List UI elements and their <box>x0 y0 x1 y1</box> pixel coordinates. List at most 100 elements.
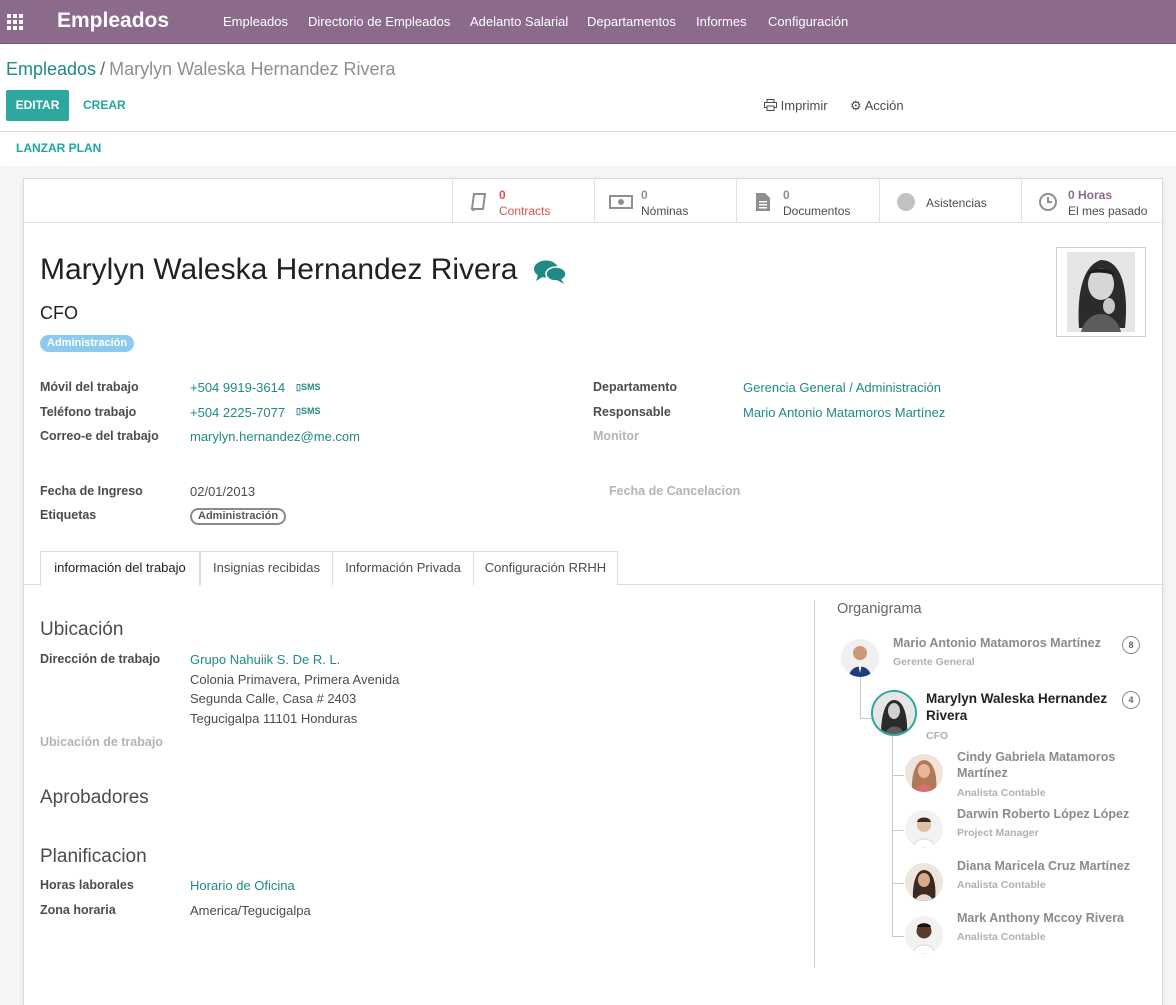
org-connector <box>860 718 872 719</box>
presence-dot-icon <box>897 193 915 211</box>
cancel-date-label: Fecha de Cancelacion <box>609 484 741 498</box>
form-sheet: 0 Contracts 0 Nóminas 0 Documentos Asist… <box>23 178 1164 1005</box>
book-icon <box>470 193 487 212</box>
tab-private-information[interactable]: Información Privada <box>332 551 474 585</box>
print-button[interactable]: Imprimir <box>764 98 828 113</box>
timezone-value[interactable]: America/Tegucigalpa <box>190 903 311 918</box>
timezone-label: Zona horaria <box>40 903 116 917</box>
apps-grid-icon[interactable] <box>7 14 23 30</box>
org-connector <box>892 830 904 831</box>
tab-hr-settings[interactable]: Configuración RRHH <box>473 551 618 585</box>
clock-icon <box>1039 193 1057 211</box>
smart-label: El mes pasado <box>1068 204 1148 218</box>
avatar-subordinate[interactable] <box>905 916 943 954</box>
hire-date-value: 02/01/2013 <box>190 484 256 499</box>
breadcrumb-parent[interactable]: Empleados <box>6 59 96 79</box>
avatar-manager[interactable] <box>841 639 879 677</box>
smart-button-payslips[interactable]: 0 Nóminas <box>594 179 736 223</box>
org-subordinate-job: Analista Contable <box>957 879 1046 891</box>
smart-button-contracts[interactable]: 0 Contracts <box>452 179 594 223</box>
org-chart-title: Organigrama <box>837 601 922 617</box>
menu-directorio[interactable]: Directorio de Empleados <box>308 14 450 29</box>
org-subordinate-job: Analista Contable <box>957 931 1046 943</box>
smart-button-attendance[interactable]: Asistencias <box>879 179 1021 223</box>
department-value[interactable]: Gerencia General / Administración <box>743 380 941 395</box>
org-connector <box>892 775 904 776</box>
sms-mobile-button[interactable]: ▯SMS <box>296 382 320 393</box>
avatar-subordinate[interactable] <box>905 863 943 901</box>
smart-label: Contracts <box>499 204 551 218</box>
money-icon <box>609 195 633 209</box>
breadcrumb-current: Marylyn Waleska Hernandez Rivera <box>109 59 396 79</box>
manager-value[interactable]: Mario Antonio Matamoros Martínez <box>743 405 945 420</box>
org-chart-divider <box>814 600 815 968</box>
smart-button-hours[interactable]: 0 Horas El mes pasado <box>1021 179 1164 223</box>
mobile-label: Móvil del trabajo <box>40 380 139 394</box>
mobile-value[interactable]: +504 9919-3614 <box>190 380 285 395</box>
gear-icon: ⚙ <box>850 98 862 113</box>
org-self-count[interactable]: 4 <box>1122 691 1140 709</box>
working-hours-value[interactable]: Horario de Oficina <box>190 878 295 893</box>
smart-number: 0 <box>783 188 790 202</box>
org-subordinate-name[interactable]: Diana Maricela Cruz Martínez <box>957 858 1147 874</box>
manager-label: Responsable <box>593 405 671 419</box>
smart-label: Nóminas <box>641 204 689 218</box>
tags-label: Etiquetas <box>40 508 97 522</box>
org-connector <box>892 936 904 937</box>
location-section-title: Ubicación <box>40 619 124 640</box>
edit-button[interactable]: EDITAR <box>6 90 69 121</box>
coach-label: Monitor <box>593 429 639 443</box>
smart-button-documents[interactable]: 0 Documentos <box>736 179 879 223</box>
app-brand[interactable]: Empleados <box>57 9 169 33</box>
org-self-job: CFO <box>926 730 949 742</box>
sms-phone-button[interactable]: ▯SMS <box>296 406 320 417</box>
create-button[interactable]: CREAR <box>83 98 126 112</box>
action-button[interactable]: ⚙ Acción <box>850 98 904 114</box>
org-subordinate-name[interactable]: Darwin Roberto López López <box>957 806 1147 822</box>
department-label: Departamento <box>593 380 678 394</box>
sms-label: SMS <box>300 406 321 416</box>
org-subordinate-job: Analista Contable <box>957 787 1046 799</box>
org-manager-name[interactable]: Mario Antonio Matamoros Martínez <box>893 635 1108 651</box>
top-navbar: Empleados Empleados Directorio de Emplea… <box>0 0 1176 44</box>
menu-departamentos[interactable]: Departamentos <box>587 14 676 29</box>
org-manager-count[interactable]: 8 <box>1122 636 1140 654</box>
menu-adelanto-salarial[interactable]: Adelanto Salarial <box>470 14 568 29</box>
tab-work-information[interactable]: información del trabajo <box>40 551 200 586</box>
menu-configuracion[interactable]: Configuración <box>768 14 848 29</box>
work-address-line: Segunda Calle, Casa # 2403 <box>190 691 357 706</box>
org-connector <box>860 676 861 719</box>
work-address-line: Tegucigalpa 11101 Honduras <box>190 711 358 726</box>
employee-photo[interactable] <box>1056 247 1146 337</box>
print-icon <box>764 99 777 111</box>
phone-label: Teléfono trabajo <box>40 405 137 419</box>
chat-bubbles-icon[interactable] <box>533 259 567 285</box>
avatar-subordinate[interactable] <box>905 754 943 792</box>
smart-number: 0 <box>641 188 648 202</box>
launch-plan-button[interactable]: LANZAR PLAN <box>16 141 101 155</box>
tab-badges[interactable]: Insignias recibidas <box>200 551 333 585</box>
working-hours-label: Horas laborales <box>40 878 134 892</box>
menu-informes[interactable]: Informes <box>696 14 747 29</box>
category-tag: Administración <box>40 335 135 352</box>
job-title: CFO <box>40 303 78 323</box>
planning-section-title: Planificacion <box>40 846 147 867</box>
org-subordinate-name[interactable]: Mark Anthony Mccoy Rivera <box>957 910 1147 926</box>
breadcrumb-separator: / <box>100 59 106 79</box>
email-value[interactable]: marylyn.hernandez@me.com <box>190 429 360 444</box>
smart-number: 0 Horas <box>1068 188 1113 202</box>
work-address-company[interactable]: Grupo Nahuiik S. De R. L. <box>190 652 340 667</box>
employee-photo-image <box>1067 252 1135 332</box>
phone-value[interactable]: +504 2225-7077 <box>190 405 285 420</box>
employee-name: Marylyn Waleska Hernandez Rivera <box>40 253 518 286</box>
control-panel-divider <box>0 131 1176 132</box>
menu-empleados[interactable]: Empleados <box>223 14 288 29</box>
sms-label: SMS <box>300 382 321 392</box>
avatar-self <box>871 690 917 736</box>
org-self-name: Marylyn Waleska Hernandez Rivera <box>926 691 1108 723</box>
org-subordinate-job: Project Manager <box>957 827 1039 839</box>
avatar-subordinate[interactable] <box>905 810 943 848</box>
org-subordinate-name[interactable]: Cindy Gabriela Matamoros Martínez <box>957 749 1147 781</box>
email-label: Correo-e del trabajo <box>40 429 159 443</box>
smart-buttons-bar: 0 Contracts 0 Nóminas 0 Documentos Asist… <box>24 179 1164 223</box>
